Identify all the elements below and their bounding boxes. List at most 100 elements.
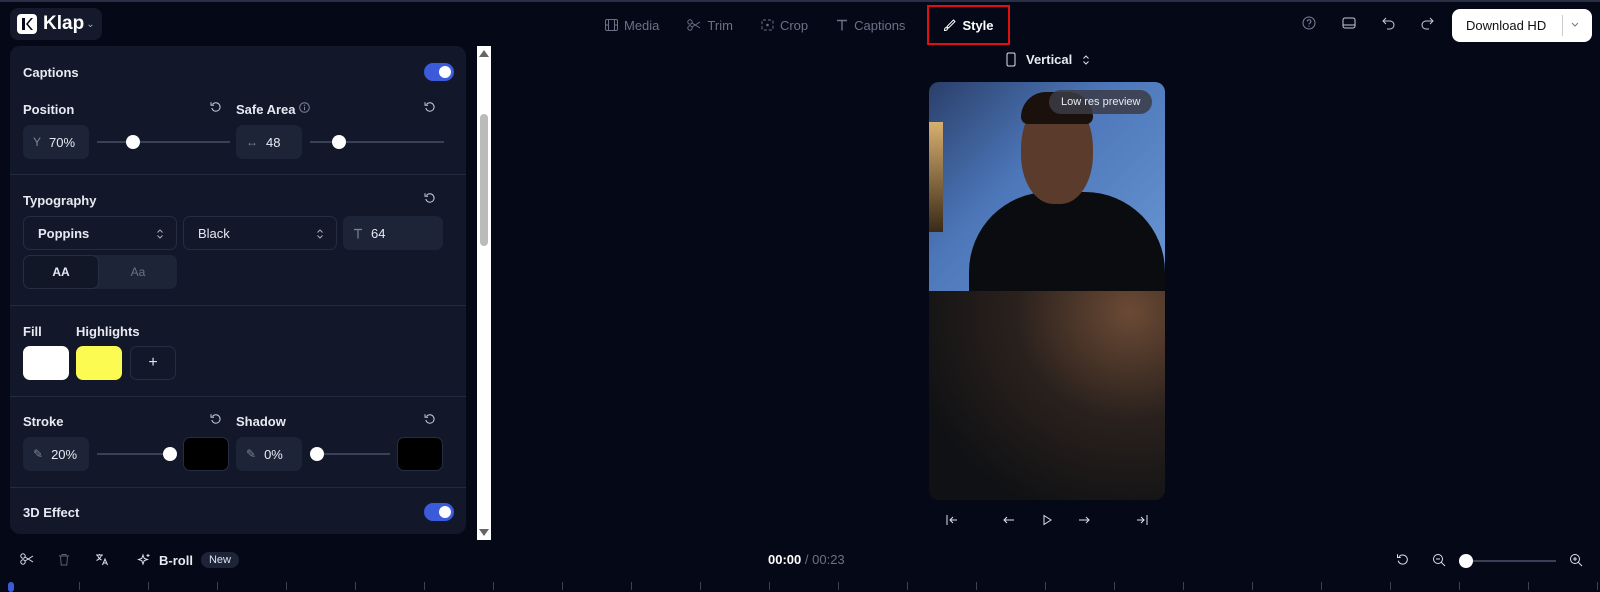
- font-family-select[interactable]: Poppins: [23, 216, 177, 250]
- ruler-tick: [217, 582, 218, 590]
- stroke-slider-handle[interactable]: [163, 447, 177, 461]
- 3d-effect-label: 3D Effect: [23, 505, 80, 520]
- safe-area-slider[interactable]: [310, 141, 444, 143]
- safe-area-slider-handle[interactable]: [332, 135, 346, 149]
- translate-icon[interactable]: [95, 553, 109, 566]
- zoom-in-icon[interactable]: [1569, 553, 1583, 567]
- zoom-out-icon[interactable]: [1432, 553, 1446, 567]
- app-logo-menu[interactable]: Klap ⌄: [10, 8, 102, 40]
- font-family-value: Poppins: [38, 225, 90, 241]
- new-badge: New: [200, 552, 239, 568]
- captions-toggle[interactable]: [424, 63, 454, 81]
- ruler-tick: [1321, 582, 1322, 590]
- shadow-field[interactable]: ✎ 0%: [236, 437, 302, 471]
- titlecase-option[interactable]: Aa: [99, 255, 177, 289]
- zoom-slider[interactable]: [1466, 560, 1556, 562]
- text-size-icon: [354, 228, 362, 238]
- font-weight-select[interactable]: Black: [183, 216, 337, 250]
- layout-panel-icon[interactable]: [1342, 16, 1356, 30]
- broll-button[interactable]: B-roll New: [137, 552, 239, 568]
- trash-icon[interactable]: [58, 553, 70, 566]
- ruler-tick: [1390, 582, 1391, 590]
- ruler-tick: [355, 582, 356, 590]
- current-time: 00:00: [768, 552, 802, 567]
- shadow-label: Shadow: [236, 414, 286, 429]
- stroke-label: Stroke: [23, 414, 64, 429]
- stroke-color-swatch[interactable]: [183, 437, 229, 471]
- ruler-tick: [700, 582, 701, 590]
- download-hd-button[interactable]: Download HD: [1452, 9, 1592, 42]
- shadow-color-swatch[interactable]: [397, 437, 443, 471]
- position-value: 70%: [49, 134, 76, 150]
- orientation-select[interactable]: Vertical: [1006, 52, 1090, 67]
- tab-crop[interactable]: Crop: [751, 8, 818, 42]
- editor-tabs: Media Trim Crop Captions Style: [595, 5, 1018, 45]
- tab-trim[interactable]: Trim: [677, 8, 743, 42]
- tab-captions[interactable]: Captions: [826, 8, 915, 42]
- undo-icon[interactable]: [1382, 16, 1396, 30]
- position-y-field[interactable]: Y 70%: [23, 125, 89, 159]
- help-icon[interactable]: [1302, 16, 1316, 30]
- total-time: 00:23: [812, 552, 845, 567]
- section-divider: [10, 305, 466, 306]
- brush-icon: [944, 18, 957, 31]
- position-axis: Y: [33, 135, 42, 149]
- ruler-tick: [976, 582, 977, 590]
- add-highlight-button[interactable]: +: [130, 346, 176, 380]
- reset-icon[interactable]: [424, 413, 436, 425]
- tab-style[interactable]: Style: [927, 5, 1010, 45]
- ruler-tick: [493, 582, 494, 590]
- ruler-tick: [148, 582, 149, 590]
- text-case-toggle: AA Aa: [23, 255, 177, 289]
- text-icon: [837, 19, 848, 31]
- shadow-slider-handle[interactable]: [310, 447, 324, 461]
- ruler-tick: [286, 582, 287, 590]
- person-shirt: [969, 192, 1165, 302]
- redo-icon[interactable]: [1420, 16, 1434, 30]
- font-size-field[interactable]: 64: [343, 216, 443, 250]
- skip-to-end-icon[interactable]: [1135, 513, 1149, 527]
- info-icon[interactable]: [299, 102, 310, 113]
- highlight-color-swatch[interactable]: [76, 346, 122, 380]
- shadow-value: 0%: [264, 446, 283, 462]
- fill-color-swatch[interactable]: [23, 346, 69, 380]
- reset-icon[interactable]: [424, 192, 436, 204]
- chevron-up-down-icon: [317, 229, 323, 239]
- step-back-icon[interactable]: [1002, 513, 1016, 527]
- skip-to-start-icon[interactable]: [945, 513, 959, 527]
- video-preview[interactable]: Low res preview: [929, 82, 1165, 500]
- stroke-width-field[interactable]: ✎ 20%: [23, 437, 89, 471]
- safe-area-field[interactable]: ↔ 48: [236, 125, 302, 159]
- download-divider: [1562, 15, 1563, 36]
- lamp-light: [929, 122, 943, 232]
- time-separator: /: [804, 552, 809, 567]
- ruler-tick: [1045, 582, 1046, 590]
- position-slider-handle[interactable]: [126, 135, 140, 149]
- fill-label: Fill: [23, 324, 42, 339]
- reset-icon[interactable]: [210, 101, 222, 113]
- scrollbar-thumb[interactable]: [480, 114, 488, 246]
- reset-icon[interactable]: [1396, 553, 1409, 566]
- step-forward-icon[interactable]: [1077, 513, 1091, 527]
- uppercase-option[interactable]: AA: [23, 255, 99, 289]
- scroll-down-arrow-icon[interactable]: [479, 529, 489, 536]
- timeline-ruler[interactable]: [0, 580, 1600, 592]
- captions-label: Captions: [23, 65, 79, 80]
- position-slider[interactable]: [97, 141, 230, 143]
- tab-trim-label: Trim: [707, 17, 733, 33]
- timeline-playhead[interactable]: [8, 582, 14, 592]
- play-icon[interactable]: [1040, 513, 1054, 527]
- 3d-effect-toggle[interactable]: [424, 503, 454, 521]
- scissors-icon[interactable]: [20, 553, 34, 565]
- chevron-down-icon[interactable]: [1570, 18, 1580, 32]
- app-name: Klap: [43, 13, 85, 34]
- zoom-slider-handle[interactable]: [1459, 554, 1473, 568]
- ruler-tick: [562, 582, 563, 590]
- broll-label: B-roll: [159, 552, 193, 568]
- ruler-tick: [424, 582, 425, 590]
- scroll-up-arrow-icon[interactable]: [479, 50, 489, 57]
- panel-scrollbar[interactable]: [477, 46, 491, 540]
- tab-media[interactable]: Media: [595, 8, 669, 42]
- reset-icon[interactable]: [210, 413, 222, 425]
- reset-icon[interactable]: [424, 101, 436, 113]
